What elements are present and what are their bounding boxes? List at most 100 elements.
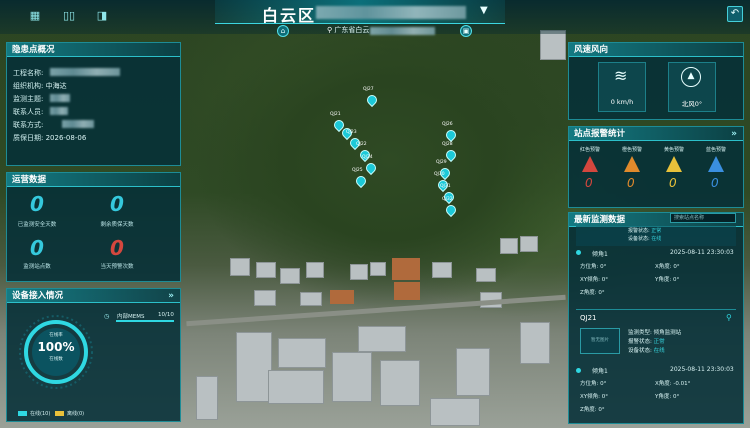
reading-name: 倾角1 [592, 368, 608, 375]
pin-label: QJ27 [363, 87, 374, 92]
pin-label: QJ22 [356, 142, 367, 147]
station-thumbnail: 暂无图片 [580, 328, 620, 354]
stat-label: 已监测安全天数 [17, 222, 57, 228]
reading-dot [576, 368, 581, 373]
field-organization: 组织机构: 中海达 [13, 82, 67, 90]
house [306, 262, 324, 278]
layer-icon[interactable]: ▣ [460, 25, 472, 37]
field-project-name: 工程名称: [13, 69, 44, 77]
building [236, 332, 272, 402]
station-pin[interactable]: QJ26 [442, 122, 459, 143]
stat-warranty-remaining: 0 [110, 192, 124, 216]
reading-value: X角度: -0.01° [655, 381, 691, 387]
back-arrow-icon[interactable]: ↶ [727, 6, 743, 22]
roof [392, 258, 420, 280]
legend-online: 在线(10) [30, 411, 51, 417]
panel-title: 风速风向 [569, 43, 743, 57]
divider [576, 309, 736, 310]
grid-icon[interactable]: ▦ [28, 9, 42, 23]
reading-value: Y角度: 0° [655, 394, 680, 400]
panel-title: 设备接入情况» [7, 289, 180, 303]
device-status: 设备状态: 在线 [628, 236, 662, 242]
panel-title: 站点报警统计» [569, 127, 743, 141]
house [280, 268, 300, 284]
stat-safe-days: 0 [30, 192, 44, 216]
house [256, 262, 276, 278]
alarm-label-red: 红色预警 [580, 147, 601, 153]
station-pin[interactable]: QJ24 [362, 155, 379, 176]
orange-count: 0 [627, 176, 635, 190]
pin-label: QJ30 [434, 172, 445, 177]
reading-value: X角度: 0° [655, 264, 680, 270]
page-title: 白云区 [262, 6, 317, 25]
alarm-label-orange: 橙色预警 [622, 147, 643, 153]
redacted-value [50, 107, 68, 115]
pin-label: QJ31 [440, 184, 451, 189]
station-type: 监测类型: 倾角监测站 [628, 330, 682, 336]
reading-value: 方位角: 0° [580, 381, 607, 387]
panel-title: 隐患点概况 [7, 43, 180, 57]
orange-alarm-icon [624, 156, 640, 172]
location-text: ⚲ 广东省白云 [327, 26, 370, 34]
station-pin[interactable]: QJ27 [363, 87, 380, 108]
pin-label: QJ26 [442, 122, 453, 127]
blue-count: 0 [711, 176, 719, 190]
house [476, 268, 496, 282]
building [196, 376, 218, 420]
home-icon[interactable]: ⌂ [277, 25, 289, 37]
online-percent: 100% [37, 340, 75, 354]
building [358, 326, 406, 352]
ring-label-bottom: 在线数 [49, 357, 63, 362]
station-pin[interactable]: QJ25 [352, 168, 369, 189]
building [278, 338, 326, 368]
pin-label: QJ32 [442, 197, 453, 202]
road [186, 294, 566, 327]
redacted-title [316, 6, 466, 19]
pin-label: QJ25 [352, 168, 363, 173]
building [430, 398, 480, 426]
building [380, 360, 420, 406]
dashboard: QJ27 QJ21 QJ23 QJ22 QJ24 QJ25 QJ26 QJ28 … [0, 0, 750, 428]
pin-label: QJ28 [442, 142, 453, 147]
locate-icon[interactable]: ⚲ [726, 313, 732, 322]
search-input[interactable]: 搜索站点名称 [670, 213, 736, 223]
split-icon[interactable]: ▯▯ [62, 9, 76, 23]
pin-label: QJ29 [436, 160, 447, 165]
device-count: 10/10 [158, 312, 174, 318]
station-device: 设备状态: 在线 [628, 348, 665, 354]
reading-time: 2025-08-11 23:30:03 [670, 366, 734, 373]
clock-icon: ◷ [104, 313, 110, 320]
pin-label: QJ21 [330, 112, 341, 117]
building [456, 348, 490, 396]
field-warranty-date: 质保日期: 2026-08-06 [13, 134, 87, 142]
reading-value: XY倾角: 0° [580, 394, 608, 400]
alarm-label-blue: 蓝色预警 [706, 147, 727, 153]
house [432, 262, 452, 278]
expand-icon[interactable]: » [731, 127, 737, 141]
expand-icon[interactable]: » [168, 289, 174, 303]
house [254, 290, 276, 306]
roof [330, 290, 354, 304]
station-pin[interactable]: QJ28 [442, 142, 459, 163]
legend-swatch [55, 411, 64, 416]
pin-label: QJ23 [346, 130, 357, 135]
yellow-count: 0 [669, 176, 677, 190]
caret-down-icon[interactable]: ▼ [480, 5, 488, 16]
wind-icon: ≋ [614, 66, 628, 85]
alarm-status: 报警状态: 正常 [628, 228, 662, 234]
reading-value: 方位角: 0° [580, 264, 607, 270]
stat-today-alerts: 0 [110, 236, 124, 260]
reading-time: 2025-08-11 23:30:03 [670, 249, 734, 256]
device-progress [116, 320, 174, 322]
building [520, 322, 550, 364]
house [350, 264, 368, 280]
house [500, 238, 518, 254]
wind-panel: 风速风向 [568, 42, 744, 120]
house [520, 236, 538, 252]
roof [394, 282, 420, 300]
redacted-value [62, 120, 94, 128]
station-alarm: 报警状态: 正常 [628, 339, 665, 345]
station-pin[interactable]: QJ32 [442, 197, 459, 218]
collapse-icon[interactable]: ◨ [95, 9, 109, 23]
alarm-label-yellow: 黄色预警 [664, 147, 685, 153]
